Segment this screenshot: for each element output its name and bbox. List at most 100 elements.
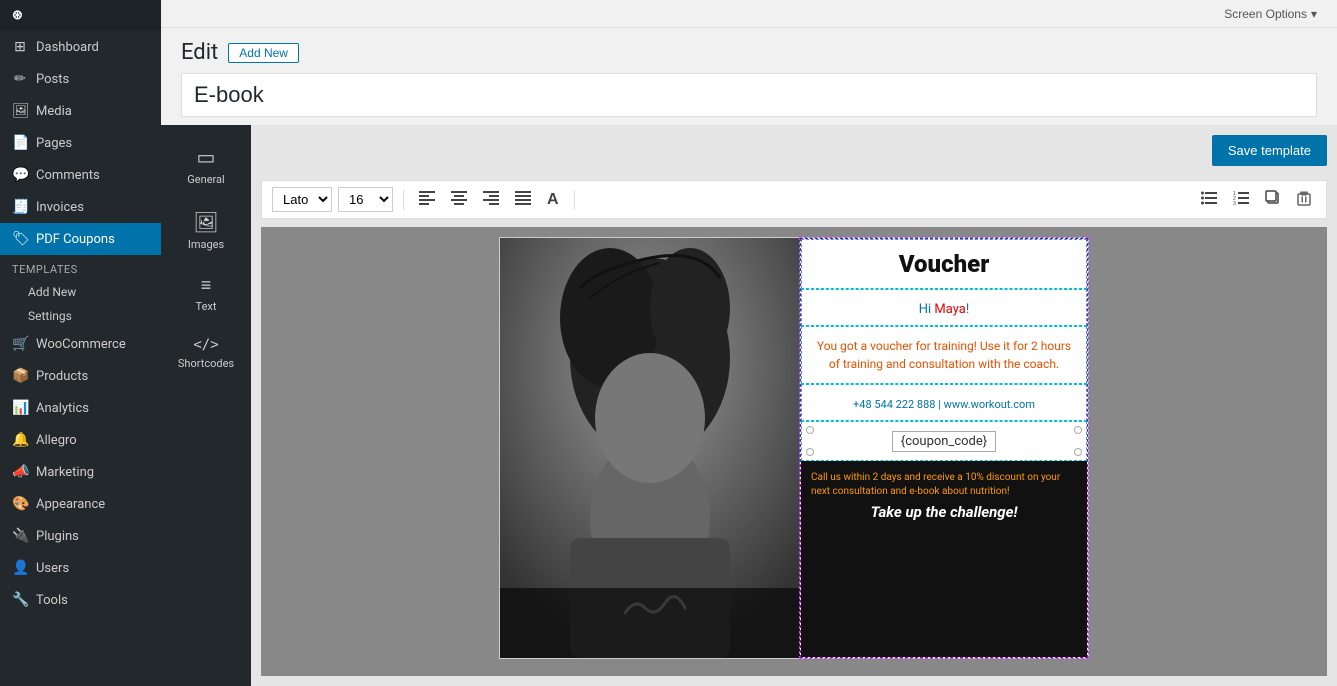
duplicate-button[interactable] bbox=[1260, 187, 1286, 212]
sidebar-item-woocommerce[interactable]: 🛒 WooCommerce bbox=[0, 328, 161, 360]
svg-text:3: 3 bbox=[1233, 201, 1236, 205]
voucher-footer-block[interactable]: Call us within 2 days and receive a 10% … bbox=[801, 461, 1087, 657]
sidebar-item-appearance[interactable]: 🎨 Appearance bbox=[0, 488, 161, 520]
sidebar-item-label: Analytics bbox=[36, 401, 89, 416]
chevron-down-icon: ▾ bbox=[1311, 7, 1317, 21]
sidebar-item-label: Invoices bbox=[36, 200, 84, 215]
voucher-footer-text: Call us within 2 days and receive a bbox=[811, 472, 965, 483]
save-template-button[interactable]: Save template bbox=[1212, 135, 1327, 166]
voucher-body-block[interactable]: You got a voucher for training! Use it f… bbox=[801, 326, 1087, 384]
pages-icon: 📄 bbox=[12, 135, 28, 151]
title-row bbox=[161, 73, 1337, 125]
align-center-button[interactable] bbox=[446, 188, 472, 211]
resize-handle-br[interactable] bbox=[1074, 448, 1082, 456]
align-justify-button[interactable] bbox=[510, 188, 536, 211]
resize-handle-bl[interactable] bbox=[806, 448, 814, 456]
canvas-area: Save template Lato 891011121416182024283… bbox=[251, 125, 1337, 686]
sidebar-item-pages[interactable]: 📄 Pages bbox=[0, 127, 161, 159]
users-icon: 👤 bbox=[12, 560, 28, 576]
screen-options-button[interactable]: Screen Options ▾ bbox=[1224, 7, 1317, 21]
voucher-contact: +48 544 222 888 | www.workout.com bbox=[853, 398, 1035, 411]
resize-handle-tl[interactable] bbox=[806, 426, 814, 434]
sidebar-item-invoices[interactable]: 🧾 Invoices bbox=[0, 191, 161, 223]
voucher-container: Voucher Hi Maya! You got a voucher for t… bbox=[499, 237, 1089, 659]
media-icon: 🖼 bbox=[12, 103, 28, 119]
list-unordered-button[interactable] bbox=[1196, 187, 1222, 212]
sidebar-item-marketing[interactable]: 📣 Marketing bbox=[0, 456, 161, 488]
voucher-content-side: Voucher Hi Maya! You got a voucher for t… bbox=[800, 238, 1088, 658]
sidebar-logo: ⊛ bbox=[0, 0, 161, 31]
sidebar-item-users[interactable]: 👤 Users bbox=[0, 552, 161, 584]
edit-header: Edit Add New bbox=[161, 28, 1337, 73]
sidebar-item-products[interactable]: 📦 Products bbox=[0, 360, 161, 392]
sidebar-item-label: Plugins bbox=[36, 529, 79, 544]
sidebar-item-label: Users bbox=[36, 561, 69, 576]
sidebar-item-analytics[interactable]: 📊 Analytics bbox=[0, 392, 161, 424]
sidebar-item-comments[interactable]: 💬 Comments bbox=[0, 159, 161, 191]
panel-item-general[interactable]: ▭ General bbox=[161, 135, 251, 196]
voucher-title-block[interactable]: Voucher bbox=[801, 239, 1087, 289]
font-size-select[interactable]: 89101112141618202428364872 bbox=[338, 187, 393, 212]
sidebar-item-posts[interactable]: ✏ Posts bbox=[0, 63, 161, 95]
dashboard-icon: ⊞ bbox=[12, 39, 28, 55]
sidebar-item-label: Products bbox=[36, 369, 88, 384]
delete-button[interactable] bbox=[1292, 187, 1316, 212]
page-title-input[interactable] bbox=[181, 73, 1317, 117]
align-left-button[interactable] bbox=[414, 188, 440, 211]
add-new-button[interactable]: Add New bbox=[228, 43, 299, 63]
sidebar-item-label: Pages bbox=[36, 136, 72, 151]
tools-icon: 🔧 bbox=[12, 592, 28, 608]
voucher-contact-block[interactable]: +48 544 222 888 | www.workout.com bbox=[801, 384, 1087, 421]
marketing-icon: 📣 bbox=[12, 464, 28, 480]
sidebar-item-label: Tools bbox=[36, 593, 68, 608]
sidebar-item-label: WooCommerce bbox=[36, 337, 126, 352]
posts-icon: ✏ bbox=[12, 71, 28, 87]
panel-item-shortcodes[interactable]: </> Shortcodes bbox=[161, 327, 251, 380]
voucher-code-block[interactable]: {coupon_code} bbox=[801, 421, 1087, 461]
resize-handle-tr[interactable] bbox=[1074, 426, 1082, 434]
sidebar-item-label: PDF Coupons bbox=[36, 232, 115, 247]
images-icon: 🖼 bbox=[193, 210, 218, 234]
sidebar-item-label: Allegro bbox=[36, 433, 77, 448]
editor-wrapper: ▭ General 🖼 Images ≡ Text </> Shortcodes… bbox=[161, 125, 1337, 686]
canvas: Voucher Hi Maya! You got a voucher for t… bbox=[261, 227, 1327, 676]
voucher-greeting-block[interactable]: Hi Maya! bbox=[801, 289, 1087, 326]
panel-label-images: Images bbox=[188, 238, 224, 251]
sidebar-item-dashboard[interactable]: ⊞ Dashboard bbox=[0, 31, 161, 63]
sidebar-item-media[interactable]: 🖼 Media bbox=[0, 95, 161, 127]
sidebar-item-label: Comments bbox=[36, 168, 100, 183]
sidebar-item-plugins[interactable]: 🔌 Plugins bbox=[0, 520, 161, 552]
toolbar-separator-1 bbox=[403, 190, 404, 210]
list-ordered-button[interactable]: 123 bbox=[1228, 187, 1254, 212]
bold-button[interactable]: A bbox=[542, 188, 564, 212]
edit-label: Edit bbox=[181, 40, 218, 65]
main-content: Screen Options ▾ Edit Add New ▭ General … bbox=[161, 0, 1337, 686]
panel-item-images[interactable]: 🖼 Images bbox=[161, 200, 251, 261]
sidebar-sub-add-new[interactable]: Add New bbox=[0, 280, 161, 304]
appearance-icon: 🎨 bbox=[12, 496, 28, 512]
text-icon: ≡ bbox=[201, 275, 212, 296]
pdf-coupons-icon: 🏷 bbox=[12, 231, 28, 247]
voucher-code: {coupon_code} bbox=[892, 431, 996, 452]
voucher-greeting: Hi Maya! bbox=[919, 302, 969, 317]
comments-icon: 💬 bbox=[12, 167, 28, 183]
sidebar-item-label: Marketing bbox=[36, 465, 94, 480]
voucher-footer-small: Call us within 2 days and receive a 10% … bbox=[811, 471, 1077, 499]
wp-logo-icon: ⊛ bbox=[12, 8, 23, 23]
toolbar-separator-2 bbox=[574, 190, 575, 210]
sidebar-item-allegro[interactable]: 🔔 Allegro bbox=[0, 424, 161, 456]
templates-section-header: Templates bbox=[0, 255, 161, 280]
panel-item-text[interactable]: ≡ Text bbox=[161, 265, 251, 323]
top-controls: Save template bbox=[261, 135, 1327, 174]
font-family-select[interactable]: Lato bbox=[272, 187, 332, 212]
voucher-title: Voucher bbox=[899, 250, 990, 278]
general-icon: ▭ bbox=[197, 145, 216, 169]
sidebar-item-label: Appearance bbox=[36, 497, 105, 512]
sidebar-sub-settings[interactable]: Settings bbox=[0, 304, 161, 328]
editor-toolbar: Lato 89101112141618202428364872 A bbox=[261, 180, 1327, 219]
panel-label-text: Text bbox=[196, 300, 217, 313]
plugins-icon: 🔌 bbox=[12, 528, 28, 544]
sidebar-item-tools[interactable]: 🔧 Tools bbox=[0, 584, 161, 616]
align-right-button[interactable] bbox=[478, 188, 504, 211]
sidebar-item-pdf-coupons[interactable]: 🏷 PDF Coupons bbox=[0, 223, 161, 255]
